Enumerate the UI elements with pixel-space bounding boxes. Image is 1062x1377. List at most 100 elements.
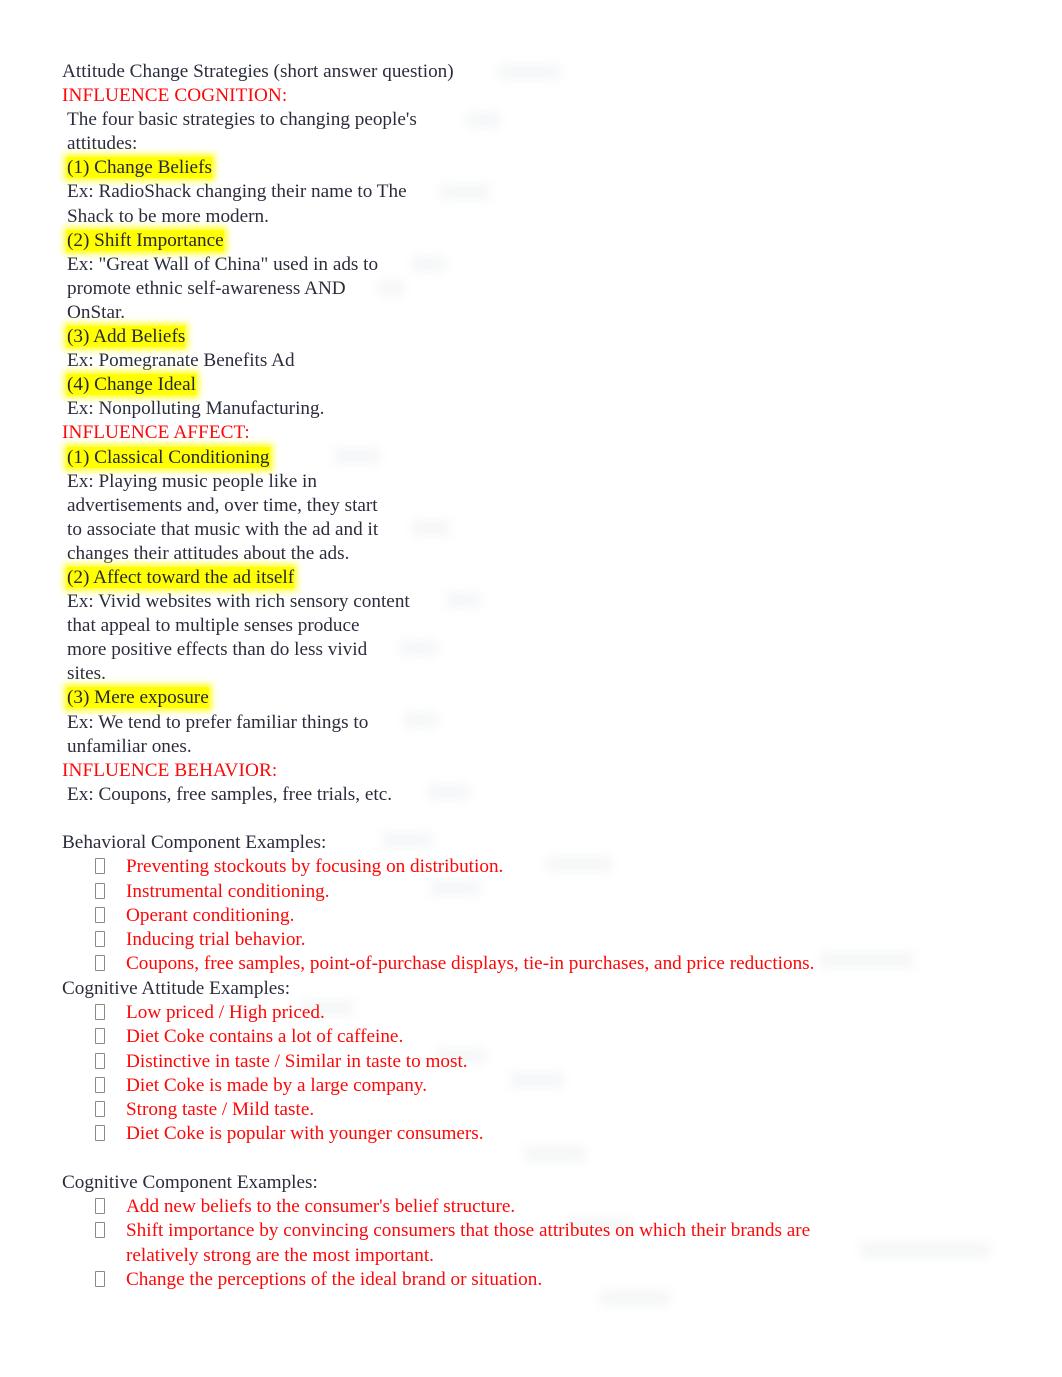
list-item-text: Shift importance by convincing consumers… bbox=[126, 1220, 811, 1266]
missing-glyph-box-icon bbox=[95, 1076, 105, 1093]
note-line-strategy-4: (4) Change Ideal bbox=[62, 373, 1022, 397]
bullet-marker-icon bbox=[95, 855, 126, 879]
list-item: Change the perceptions of the ideal bran… bbox=[62, 1268, 1022, 1292]
notes-top-block: Attitude Change Strategies (short answer… bbox=[62, 60, 1022, 807]
list-item: Distinctive in taste / Similar in taste … bbox=[62, 1050, 1022, 1074]
list-item-text: Change the perceptions of the ideal bran… bbox=[126, 1268, 543, 1290]
note-line-affect-1-ex-4: changes their attitudes about the ads. bbox=[67, 542, 350, 564]
section-title-behavioral-component: Behavioral Component Examples: bbox=[62, 831, 327, 853]
note-line-influence-behavior-heading: INFLUENCE BEHAVIOR: bbox=[62, 759, 1022, 783]
bullet-marker-icon bbox=[95, 1050, 126, 1074]
bullet-marker-icon bbox=[95, 1001, 126, 1025]
note-line-affect-1-ex-3: to associate that music with the ad and … bbox=[67, 518, 379, 540]
section-cognitive-component: Cognitive Component Examples: Add new bel… bbox=[62, 1171, 1022, 1292]
missing-glyph-box-icon bbox=[95, 1198, 105, 1215]
note-line-strategy-3: (3) Add Beliefs bbox=[62, 325, 1022, 349]
bullet-marker-icon bbox=[95, 1074, 126, 1098]
note-line-affect-2: (2) Affect toward the ad itself bbox=[62, 566, 1022, 590]
list-item: Diet Coke is popular with younger consum… bbox=[62, 1122, 1022, 1146]
bullet-list-cognitive-attitude: Low priced / High priced. Diet Coke conta… bbox=[62, 1001, 1022, 1147]
bullet-list-cognitive-component: Add new beliefs to the consumer's belief… bbox=[62, 1195, 1022, 1292]
note-line-strategy-1-ex-1: Ex: RadioShack changing their name to Th… bbox=[67, 181, 407, 203]
bullet-marker-icon bbox=[95, 904, 126, 928]
document-page: Attitude Change Strategies (short answer… bbox=[0, 0, 1062, 1292]
section-heading-influence-behavior-heading: INFLUENCE BEHAVIOR: bbox=[62, 759, 278, 781]
note-line-strategy-3-ex-1: Ex: Pomegranate Benefits Ad bbox=[67, 350, 295, 372]
missing-glyph-box-icon bbox=[95, 955, 105, 972]
highlighted-term-affect-2: (2) Affect toward the ad itself bbox=[67, 566, 295, 588]
missing-glyph-box-icon bbox=[95, 1003, 105, 1020]
list-item-text: Preventing stockouts by focusing on dist… bbox=[126, 856, 504, 878]
note-line-affect-3: (3) Mere exposure bbox=[62, 686, 1022, 710]
list-item: Inducing trial behavior. bbox=[62, 928, 1022, 952]
list-item: Diet Coke is made by a large company. bbox=[62, 1074, 1022, 1098]
list-item-text: Diet Coke is made by a large company. bbox=[126, 1074, 428, 1096]
highlighted-term-affect-3: (3) Mere exposure bbox=[67, 687, 209, 709]
list-item: Shift importance by convincing consumers… bbox=[62, 1219, 1022, 1268]
note-line-behavior-ex-1: Ex: Coupons, free samples, free trials, … bbox=[67, 783, 393, 805]
missing-glyph-box-icon bbox=[95, 858, 105, 875]
bullet-marker-icon bbox=[95, 952, 126, 976]
note-line-strategy-4-ex-1: Ex: Nonpolluting Manufacturing. bbox=[67, 398, 325, 420]
note-line-affect-3-ex-1: Ex: We tend to prefer familiar things to bbox=[67, 711, 369, 733]
list-item-text: Instrumental conditioning. bbox=[126, 880, 330, 902]
section-heading-influence-affect-heading: INFLUENCE AFFECT: bbox=[62, 422, 250, 444]
highlighted-term-strategy-1: (1) Change Beliefs bbox=[67, 157, 212, 179]
list-item: Low priced / High priced. bbox=[62, 1001, 1022, 1025]
bullet-marker-icon bbox=[95, 1219, 126, 1243]
list-item: Coupons, free samples, point-of-purchase… bbox=[62, 952, 1022, 976]
missing-glyph-box-icon bbox=[95, 1101, 105, 1118]
note-line-strategy-2-ex-1: Ex: "Great Wall of China" used in ads to bbox=[67, 253, 379, 275]
note-line-strategy-2-ex-3: OnStar. bbox=[67, 301, 126, 323]
note-line-affect-2-ex-4: sites. bbox=[67, 663, 106, 685]
list-item: Strong taste / Mild taste. bbox=[62, 1098, 1022, 1122]
list-sections: Behavioral Component Examples: Preventing… bbox=[62, 831, 1022, 1292]
missing-glyph-box-icon bbox=[95, 882, 105, 899]
list-item-text: Strong taste / Mild taste. bbox=[126, 1099, 315, 1121]
list-item-text: Low priced / High priced. bbox=[126, 1001, 325, 1023]
list-item-text: Inducing trial behavior. bbox=[126, 929, 306, 951]
list-item: Operant conditioning. bbox=[62, 904, 1022, 928]
section-behavioral-component: Behavioral Component Examples: Preventing… bbox=[62, 831, 1022, 977]
highlighted-term-affect-1: (1) Classical Conditioning bbox=[67, 446, 270, 468]
list-item-text: Diet Coke is popular with younger consum… bbox=[126, 1123, 484, 1145]
bullet-marker-icon bbox=[95, 1122, 126, 1146]
bullet-marker-icon bbox=[95, 1195, 126, 1219]
note-line-affect-1: (1) Classical Conditioning bbox=[62, 446, 1022, 470]
note-line-affect-1-ex-1: Ex: Playing music people like in bbox=[67, 470, 317, 492]
section-title-cognitive-component: Cognitive Component Examples: bbox=[62, 1171, 318, 1193]
note-line-four-strategies-1: The four basic strategies to changing pe… bbox=[67, 109, 417, 131]
note-line-strategy-2-ex-2: promote ethnic self-awareness AND bbox=[67, 277, 346, 299]
highlighted-term-strategy-3: (3) Add Beliefs bbox=[67, 326, 186, 348]
missing-glyph-box-icon bbox=[95, 931, 105, 948]
bullet-marker-icon bbox=[95, 1098, 126, 1122]
note-line-four-strategies-2: attitudes: bbox=[67, 133, 138, 155]
note-line-affect-2-ex-1: Ex: Vivid websites with rich sensory con… bbox=[67, 591, 410, 613]
list-item-text: Operant conditioning. bbox=[126, 904, 295, 926]
bullet-marker-icon bbox=[95, 928, 126, 952]
note-line-strategy-1: (1) Change Beliefs bbox=[62, 156, 1022, 180]
missing-glyph-box-icon bbox=[95, 1270, 105, 1287]
section-heading-influence-cognition-heading: INFLUENCE COGNITION: bbox=[62, 85, 288, 107]
list-item: Add new beliefs to the consumer's belief… bbox=[62, 1195, 1022, 1219]
note-line-affect-3-ex-2: unfamiliar ones. bbox=[67, 735, 192, 757]
note-line-title: Attitude Change Strategies (short answer… bbox=[62, 61, 454, 82]
list-item-text: Diet Coke contains a lot of caffeine. bbox=[126, 1026, 404, 1048]
note-line-strategy-2: (2) Shift Importance bbox=[62, 229, 1022, 253]
bullet-marker-icon bbox=[95, 1268, 126, 1292]
list-item-text: Distinctive in taste / Similar in taste … bbox=[126, 1050, 468, 1072]
list-item: Preventing stockouts by focusing on dist… bbox=[62, 855, 1022, 879]
note-line-influence-cognition-heading: INFLUENCE COGNITION: bbox=[62, 84, 1022, 108]
highlighted-term-strategy-4: (4) Change Ideal bbox=[67, 374, 196, 396]
note-line-affect-2-ex-2: that appeal to multiple senses produce bbox=[67, 615, 360, 637]
note-line-influence-affect-heading: INFLUENCE AFFECT: bbox=[62, 421, 1022, 445]
section-title-cognitive-attitude: Cognitive Attitude Examples: bbox=[62, 977, 291, 999]
missing-glyph-box-icon bbox=[95, 1028, 105, 1045]
section-cognitive-attitude: Cognitive Attitude Examples: Low priced /… bbox=[62, 977, 1022, 1147]
list-item: Diet Coke contains a lot of caffeine. bbox=[62, 1025, 1022, 1049]
list-item-text: Add new beliefs to the consumer's belief… bbox=[126, 1196, 516, 1218]
list-item: Instrumental conditioning. bbox=[62, 880, 1022, 904]
missing-glyph-box-icon bbox=[95, 1125, 105, 1142]
